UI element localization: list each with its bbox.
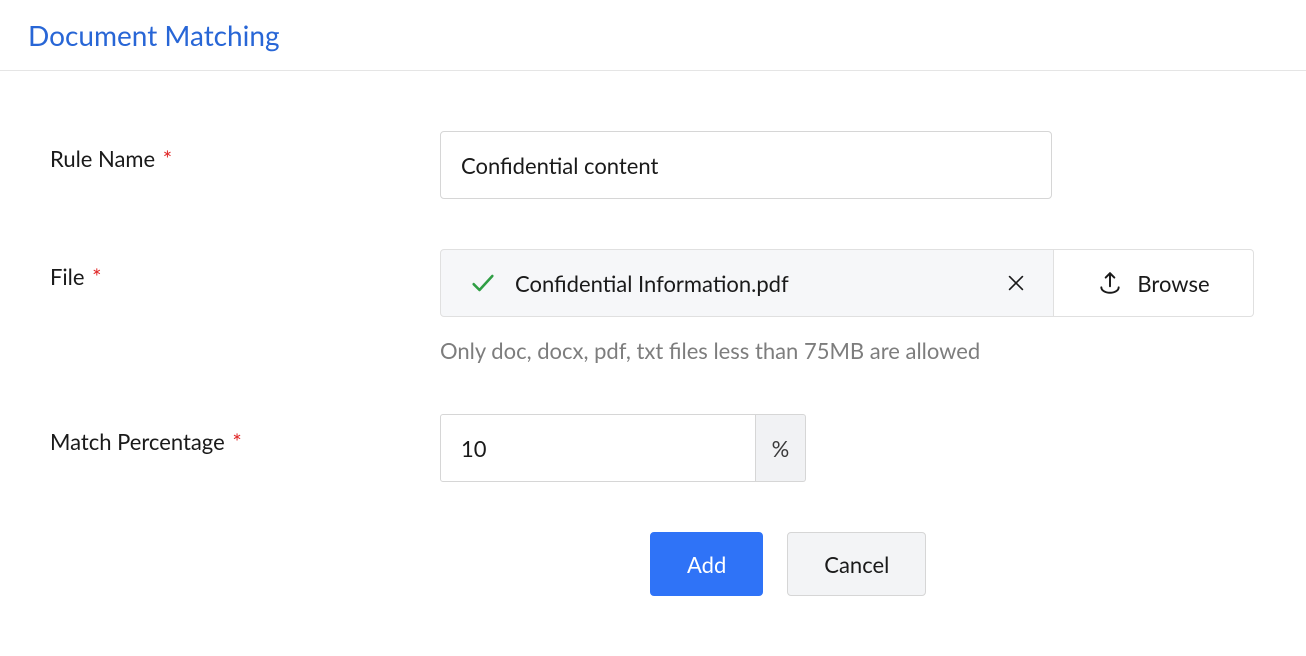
rule-name-field — [440, 131, 1256, 199]
file-label-text: File — [50, 263, 85, 290]
match-percentage-row: Match Percentage * % — [50, 414, 1256, 482]
file-name: Confidential Information.pdf — [515, 270, 997, 297]
file-field: Confidential Information.pdf Browse Only… — [440, 249, 1256, 364]
match-percentage-input[interactable] — [440, 414, 756, 482]
match-percentage-input-group: % — [440, 414, 806, 482]
required-mark: * — [92, 263, 101, 290]
form-container: Rule Name * File * Confidential Informat… — [0, 71, 1306, 636]
rule-name-row: Rule Name * — [50, 131, 1256, 199]
add-button[interactable]: Add — [650, 532, 763, 596]
cancel-button[interactable]: Cancel — [787, 532, 926, 596]
close-icon — [1005, 272, 1027, 294]
percentage-unit: % — [756, 414, 806, 482]
match-percentage-label: Match Percentage * — [50, 414, 440, 455]
file-input-group: Confidential Information.pdf Browse — [440, 249, 1254, 317]
clear-file-button[interactable] — [997, 264, 1035, 302]
check-icon — [469, 269, 497, 297]
browse-button[interactable]: Browse — [1054, 249, 1254, 317]
file-display: Confidential Information.pdf — [440, 249, 1054, 317]
rule-name-label: Rule Name * — [50, 131, 440, 172]
file-label: File * — [50, 249, 440, 290]
upload-icon — [1097, 270, 1123, 296]
required-mark: * — [232, 428, 241, 455]
required-mark: * — [163, 145, 172, 172]
match-percentage-label-text: Match Percentage — [50, 428, 225, 455]
page-header: Document Matching — [0, 0, 1306, 71]
page-title: Document Matching — [28, 18, 1278, 52]
browse-label: Browse — [1137, 270, 1209, 297]
rule-name-input[interactable] — [440, 131, 1052, 199]
rule-name-label-text: Rule Name — [50, 145, 155, 172]
file-row: File * Confidential Information.pdf — [50, 249, 1256, 364]
file-help-text: Only doc, docx, pdf, txt files less than… — [440, 337, 1256, 364]
match-percentage-field: % — [440, 414, 1256, 482]
button-row: Add Cancel — [650, 532, 1256, 596]
